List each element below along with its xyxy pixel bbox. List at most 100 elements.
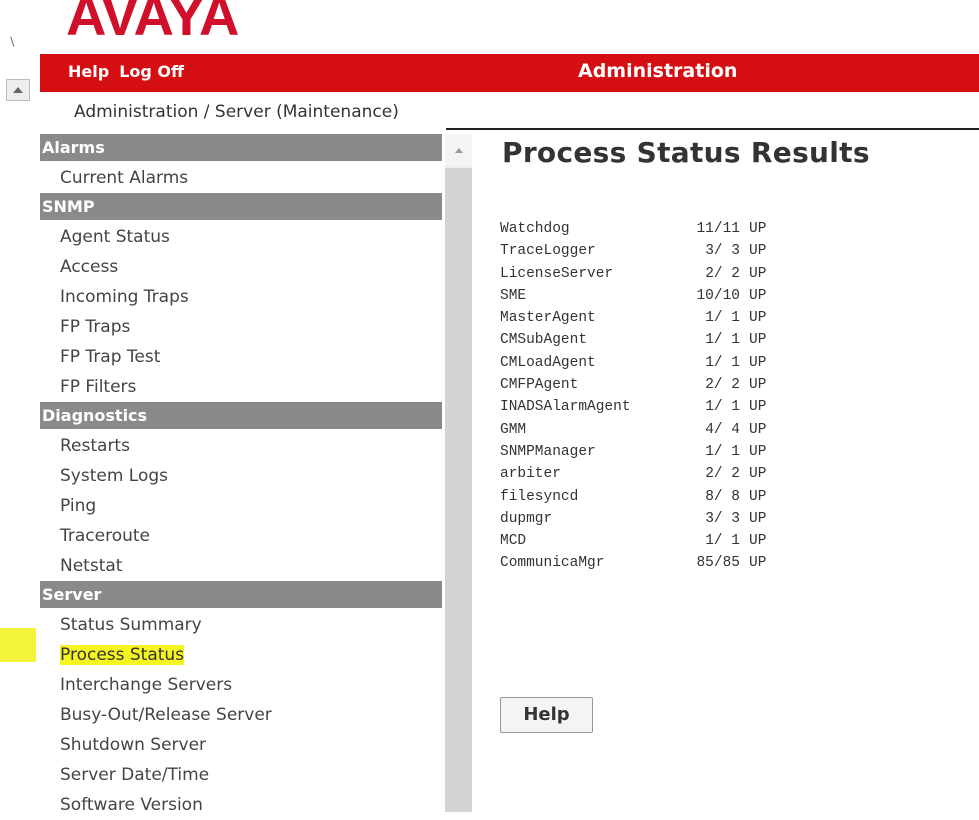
table-row: CMLoadAgent 1/ 1 UP (500, 352, 766, 374)
sidebar-scrollbar-thumb[interactable] (445, 168, 472, 812)
nav-item-netstat[interactable]: Netstat (40, 551, 442, 581)
process-name: TraceLogger (500, 243, 596, 260)
process-count: 2/ 2 (705, 377, 740, 394)
process-state: UP (749, 533, 767, 550)
scroll-up-button[interactable] (6, 79, 30, 101)
process-name: CMLoadAgent (500, 354, 596, 371)
process-name: CMSubAgent (500, 332, 588, 349)
sidebar-nav: Alarms Current Alarms SNMP Agent Status … (40, 134, 442, 820)
resize-handle-icon: ∖ (8, 35, 16, 49)
process-count: 3/ 3 (705, 243, 740, 260)
process-state: UP (749, 265, 767, 282)
nav-group-diagnostics: Diagnostics (40, 402, 442, 429)
process-state: UP (749, 221, 767, 237)
process-status-table: Watchdog 11/11 UP TraceLogger 3/ 3 UP LicenseS… (500, 218, 766, 575)
divider (446, 128, 979, 130)
nav-item-label: Server Date/Time (60, 765, 210, 785)
process-state: UP (749, 466, 767, 483)
process-name: dupmgr (500, 510, 553, 527)
help-link[interactable]: Help (68, 60, 109, 84)
nav-item-incoming-traps[interactable]: Incoming Traps (40, 282, 442, 312)
nav-item-shutdown-server[interactable]: Shutdown Server (40, 730, 442, 760)
table-row: CMSubAgent 1/ 1 UP (500, 329, 766, 351)
process-state: UP (749, 377, 767, 394)
process-state: UP (749, 443, 767, 460)
sidebar-scroll-up-button[interactable] (445, 134, 472, 166)
triangle-up-icon (13, 87, 23, 93)
process-state: UP (749, 510, 767, 527)
nav-item-system-logs[interactable]: System Logs (40, 461, 442, 491)
nav-item-fp-trap-test[interactable]: FP Trap Test (40, 342, 442, 372)
process-count: 85/85 (696, 555, 740, 572)
nav-group-alarms: Alarms (40, 134, 442, 161)
table-row: CommunicaMgr 85/85 UP (500, 552, 766, 574)
process-state: UP (749, 555, 767, 572)
avaya-logo: AVAYA (66, 0, 239, 47)
nav-item-interchange-servers[interactable]: Interchange Servers (40, 670, 442, 700)
process-name: MasterAgent (500, 310, 596, 327)
process-state: UP (749, 421, 767, 438)
process-count: 3/ 3 (705, 510, 740, 527)
nav-item-busy-out-release-server[interactable]: Busy-Out/Release Server (40, 700, 442, 730)
nav-item-label: Netstat (60, 556, 123, 576)
nav-item-traceroute[interactable]: Traceroute (40, 521, 442, 551)
nav-item-restarts[interactable]: Restarts (40, 431, 442, 461)
nav-item-ping[interactable]: Ping (40, 491, 442, 521)
process-name: Watchdog (500, 221, 570, 237)
process-name: SNMPManager (500, 443, 596, 460)
page-header-title: Administration (578, 60, 738, 82)
nav-item-label: FP Filters (60, 377, 137, 397)
highlight-mark (0, 628, 36, 662)
nav-item-agent-status[interactable]: Agent Status (40, 222, 442, 252)
nav-item-label: System Logs (60, 466, 169, 486)
process-state: UP (749, 354, 767, 371)
process-state: UP (749, 287, 767, 304)
nav-item-software-version[interactable]: Software Version (40, 790, 442, 820)
table-row: MasterAgent 1/ 1 UP (500, 307, 766, 329)
process-name: MCD (500, 533, 527, 550)
process-count: 11/11 (696, 221, 740, 237)
process-name: LicenseServer (500, 265, 614, 282)
process-state: UP (749, 332, 767, 349)
table-row: SNMPManager 1/ 1 UP (500, 441, 766, 463)
nav-item-fp-traps[interactable]: FP Traps (40, 312, 442, 342)
process-state: UP (749, 243, 767, 260)
nav-group-snmp: SNMP (40, 193, 442, 220)
table-row: dupmgr 3/ 3 UP (500, 508, 766, 530)
table-row: SME 10/10 UP (500, 285, 766, 307)
nav-item-label: Agent Status (60, 227, 170, 247)
nav-item-label: Access (60, 257, 119, 277)
process-state: UP (749, 488, 767, 505)
process-state: UP (749, 399, 767, 416)
process-name: arbiter (500, 466, 561, 483)
process-count: 1/ 1 (705, 354, 740, 371)
nav-item-access[interactable]: Access (40, 252, 442, 282)
nav-item-label: Traceroute (60, 526, 151, 546)
process-name: filesyncd (500, 488, 579, 505)
breadcrumb: Administration / Server (Maintenance) (74, 102, 399, 122)
table-row: INADSAlarmAgent 1/ 1 UP (500, 396, 766, 418)
nav-item-label: Process Status (60, 645, 185, 665)
nav-item-process-status[interactable]: Process Status (40, 640, 442, 670)
process-count: 2/ 2 (705, 265, 740, 282)
nav-item-label: Status Summary (60, 615, 202, 635)
process-name: SME (500, 287, 527, 304)
nav-item-status-summary[interactable]: Status Summary (40, 610, 442, 640)
triangle-up-icon (454, 147, 463, 153)
nav-item-current-alarms[interactable]: Current Alarms (40, 163, 442, 193)
nav-item-label: Software Version (60, 795, 203, 815)
nav-item-server-date-time[interactable]: Server Date/Time (40, 760, 442, 790)
process-name: GMM (500, 421, 527, 438)
table-row: CMFPAgent 2/ 2 UP (500, 374, 766, 396)
nav-item-fp-filters[interactable]: FP Filters (40, 372, 442, 402)
nav-item-label: Incoming Traps (60, 287, 189, 307)
log-off-link[interactable]: Log Off (119, 60, 184, 84)
top-nav: Help Log Off (68, 60, 184, 84)
table-row: LicenseServer 2/ 2 UP (500, 263, 766, 285)
help-button[interactable]: Help (500, 697, 593, 733)
process-name: CommunicaMgr (500, 555, 605, 572)
process-count: 1/ 1 (705, 533, 740, 550)
nav-item-label: FP Trap Test (60, 347, 161, 367)
table-row: Watchdog 11/11 UP (500, 218, 766, 240)
process-count: 1/ 1 (705, 310, 740, 327)
